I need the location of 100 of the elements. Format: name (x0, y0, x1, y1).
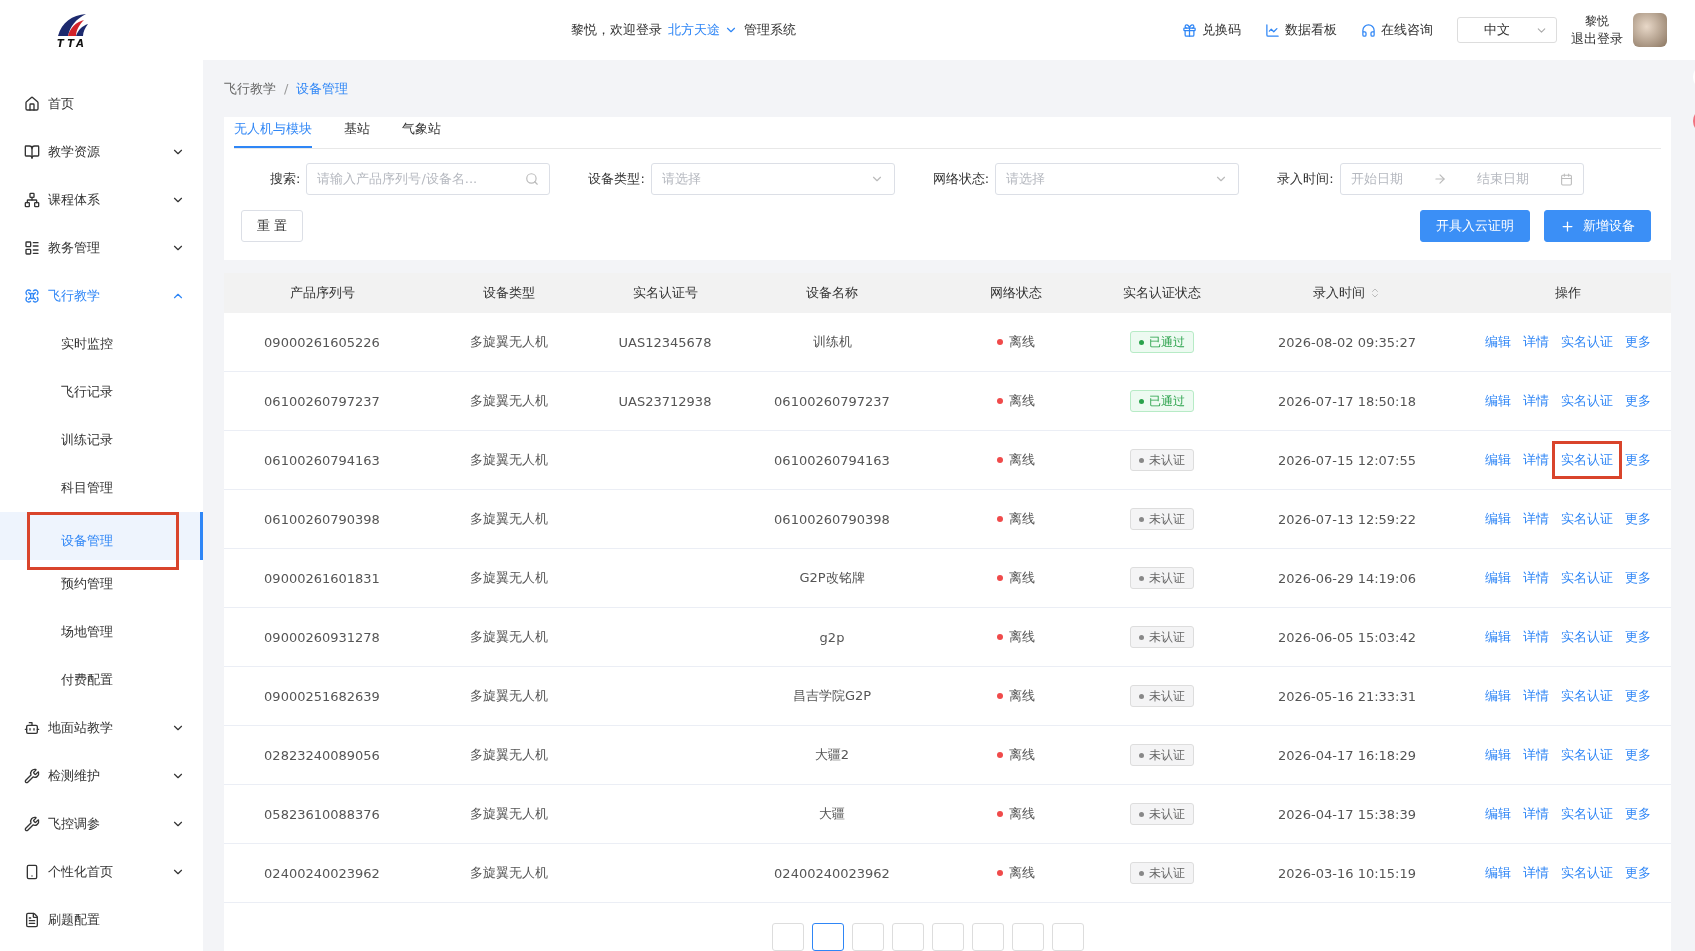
action-link[interactable]: 详情 (1523, 565, 1549, 591)
sidebar-item[interactable]: 首页 (0, 80, 203, 128)
sidebar-subitem[interactable]: 训练记录 (27, 416, 179, 464)
language-select[interactable]: 中文 (1457, 17, 1557, 43)
status-dot (997, 398, 1003, 404)
chart-icon (1265, 22, 1280, 38)
status-dot (997, 634, 1003, 640)
action-link[interactable]: 实名认证 (1561, 329, 1613, 355)
table-cell-text: 2026-04-17 16:18:29 (1276, 747, 1418, 763)
action-link[interactable]: 详情 (1523, 742, 1549, 768)
table-cell-text: 训练机 (811, 333, 853, 351)
sidebar-subitem[interactable]: 实时监控 (27, 320, 179, 368)
sidebar-item[interactable]: 飞控调参 (0, 800, 203, 848)
action-link[interactable]: 更多 (1625, 565, 1651, 591)
action-link[interactable]: 实名认证 (1561, 683, 1613, 709)
sidebar-subitem[interactable]: 场地管理 (27, 608, 179, 656)
action-link[interactable]: 更多 (1625, 624, 1651, 650)
header-link[interactable]: 兑换码 (1182, 21, 1241, 39)
column-header: 网络状态 (989, 284, 1043, 302)
action-link[interactable]: 实名认证 (1561, 565, 1613, 591)
action-link[interactable]: 实名认证 (1561, 388, 1613, 414)
add-device-button[interactable]: 新增设备 (1544, 210, 1651, 242)
table-cell-text: 06100260797237 (773, 393, 891, 409)
reset-button[interactable]: 重 置 (241, 210, 304, 242)
list-icon (24, 240, 40, 256)
sidebar-subitem[interactable]: 科目管理 (27, 464, 179, 512)
action-link[interactable]: 编辑 (1485, 624, 1511, 650)
sidebar-item[interactable]: 个性化首页 (0, 848, 203, 896)
logout-link[interactable]: 退出登录 (1571, 29, 1623, 48)
table-cell-text: 多旋翼无人机 (469, 746, 549, 764)
action-link[interactable]: 详情 (1523, 388, 1549, 414)
action-link[interactable]: 编辑 (1485, 683, 1511, 709)
status-tag: 未认证 (1130, 449, 1194, 471)
header-link[interactable]: 数据看板 (1265, 21, 1337, 39)
action-link[interactable]: 编辑 (1485, 506, 1511, 532)
table-cell-text: 多旋翼无人机 (469, 628, 549, 646)
table-cell-text: 多旋翼无人机 (469, 333, 549, 351)
network-status: 离线 (1009, 628, 1035, 646)
action-link[interactable]: 编辑 (1485, 447, 1511, 473)
select-field[interactable]: 请选择 (650, 163, 895, 195)
status-dot (997, 811, 1003, 817)
action-link[interactable]: 编辑 (1485, 329, 1511, 355)
avatar[interactable] (1633, 13, 1667, 47)
action-link[interactable]: 详情 (1523, 624, 1549, 650)
action-link[interactable]: 更多 (1625, 506, 1651, 532)
action-link[interactable]: 详情 (1523, 329, 1549, 355)
action-link[interactable]: 详情 (1523, 447, 1549, 473)
action-link[interactable]: 更多 (1625, 388, 1651, 414)
action-link[interactable]: 编辑 (1485, 388, 1511, 414)
tab[interactable]: 无人机与模块 (234, 120, 312, 148)
action-link[interactable]: 详情 (1523, 683, 1549, 709)
action-link[interactable]: 实名认证 (1561, 860, 1613, 886)
sidebar-item[interactable]: 飞行教学 (0, 272, 203, 320)
network-status: 离线 (1009, 333, 1035, 351)
action-link[interactable]: 更多 (1625, 329, 1651, 355)
sidebar-item[interactable]: 地面站教学 (0, 704, 203, 752)
sidebar-item[interactable]: 刷题配置 (0, 896, 203, 944)
search-field[interactable]: 请输入产品序列号/设备名... (306, 163, 551, 195)
breadcrumb-item[interactable]: 飞行教学 (224, 79, 276, 98)
column-header[interactable]: 录入时间 (1224, 284, 1470, 302)
sidebar-subitem[interactable]: 设备管理 (27, 512, 179, 570)
header-link[interactable]: 在线咨询 (1361, 21, 1433, 39)
org-dropdown[interactable]: 北方天途 (667, 21, 738, 39)
action-link[interactable]: 实名认证 (1552, 441, 1622, 479)
certificate-button[interactable]: 开具入云证明 (1420, 210, 1530, 242)
page-button[interactable] (811, 923, 844, 951)
sidebar-subitem[interactable]: 飞行记录 (27, 368, 179, 416)
sidebar-item[interactable]: 检测维护 (0, 752, 203, 800)
action-link[interactable]: 编辑 (1485, 565, 1511, 591)
sidebar-item[interactable]: 课程体系 (0, 176, 203, 224)
action-link[interactable]: 更多 (1625, 860, 1651, 886)
network-status: 离线 (1009, 510, 1035, 528)
sidebar-subitem[interactable]: 付费配置 (27, 656, 179, 704)
action-link[interactable]: 实名认证 (1561, 624, 1613, 650)
action-link[interactable]: 实名认证 (1561, 801, 1613, 827)
action-link[interactable]: 实名认证 (1561, 742, 1613, 768)
select-field[interactable]: 请选择 (995, 163, 1240, 195)
action-link[interactable]: 更多 (1625, 742, 1651, 768)
action-link[interactable]: 编辑 (1485, 860, 1511, 886)
action-link[interactable]: 更多 (1625, 801, 1651, 827)
sidebar-item[interactable]: 教务管理 (0, 224, 203, 272)
tab[interactable]: 气象站 (402, 120, 441, 148)
table-cell-text: 多旋翼无人机 (469, 510, 549, 528)
tab[interactable]: 基站 (344, 120, 370, 148)
table-cell-text: 02400240023962 (773, 865, 891, 881)
column-header: 操作 (1554, 284, 1582, 302)
status-dot (997, 693, 1003, 699)
action-link[interactable]: 详情 (1523, 506, 1549, 532)
date-range-field[interactable]: 开始日期 结束日期 (1339, 163, 1584, 195)
action-link[interactable]: 详情 (1523, 860, 1549, 886)
action-link[interactable]: 编辑 (1485, 801, 1511, 827)
action-link[interactable]: 详情 (1523, 801, 1549, 827)
action-link[interactable]: 更多 (1625, 683, 1651, 709)
action-link[interactable]: 更多 (1625, 447, 1651, 473)
action-link[interactable]: 实名认证 (1561, 506, 1613, 532)
action-link[interactable]: 编辑 (1485, 742, 1511, 768)
sidebar-item[interactable]: 教学资源 (0, 128, 203, 176)
network-status: 离线 (1009, 687, 1035, 705)
filter-label: 网络状态: (932, 170, 990, 188)
column-header: 实名认证号 (631, 284, 699, 302)
